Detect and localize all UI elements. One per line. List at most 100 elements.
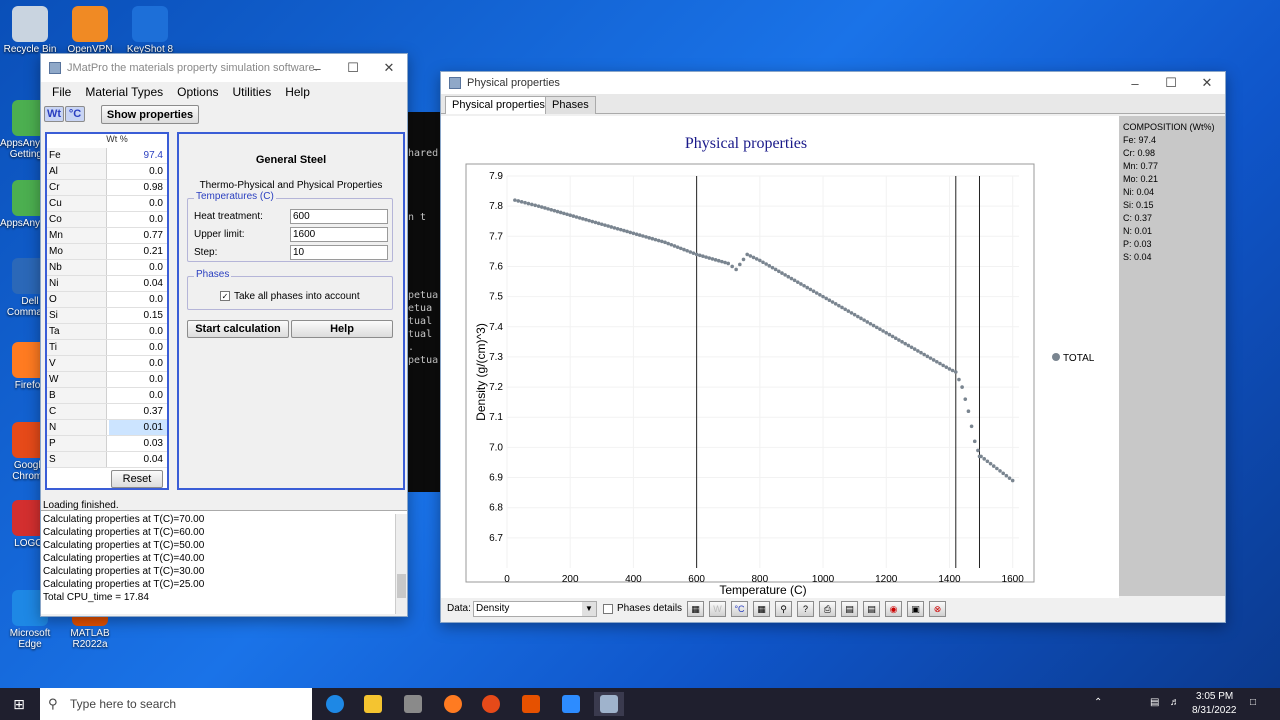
element-value[interactable]: 0.01 bbox=[109, 420, 167, 435]
temperature-units-icon[interactable]: °C bbox=[731, 601, 748, 617]
menu-material-types[interactable]: Material Types bbox=[78, 85, 170, 99]
tray-chevron-icon[interactable]: ⌃ bbox=[1094, 697, 1102, 708]
data-select[interactable]: Density ▼ bbox=[473, 601, 597, 617]
element-value[interactable]: 0.0 bbox=[149, 262, 163, 273]
chrome-taskbar-icon[interactable] bbox=[476, 692, 506, 716]
element-row[interactable]: Si 0.15 bbox=[47, 308, 167, 324]
element-row[interactable]: C 0.37 bbox=[47, 404, 167, 420]
volume-icon[interactable]: ♬ bbox=[1170, 697, 1180, 708]
menu-utilities[interactable]: Utilities bbox=[226, 85, 279, 99]
element-row[interactable]: N 0.01 bbox=[47, 420, 167, 436]
element-value[interactable]: 0.04 bbox=[144, 454, 163, 465]
element-row[interactable]: W 0.0 bbox=[47, 372, 167, 388]
upper-limit-input[interactable]: 1600 bbox=[290, 227, 388, 242]
network-icon[interactable]: ▤ bbox=[1150, 697, 1159, 708]
table-icon[interactable]: ▤ bbox=[841, 601, 858, 617]
maximize-button[interactable]: ☐ bbox=[1153, 72, 1189, 94]
element-value[interactable]: 0.0 bbox=[149, 342, 163, 353]
chart-type-icon[interactable]: ▦ bbox=[687, 601, 704, 617]
firefox-taskbar-icon[interactable] bbox=[438, 692, 468, 716]
element-value[interactable]: 0.15 bbox=[144, 310, 163, 321]
step-input[interactable]: 10 bbox=[290, 245, 388, 260]
element-value[interactable]: 0.04 bbox=[144, 278, 163, 289]
desktop-icon[interactable]: Recycle Bin bbox=[0, 6, 60, 55]
notification-icon[interactable]: □ bbox=[1250, 697, 1256, 708]
phases-details-checkbox[interactable] bbox=[603, 604, 613, 614]
celsius-toggle-button[interactable]: °C bbox=[65, 106, 85, 122]
element-value[interactable]: 0.0 bbox=[149, 390, 163, 401]
tab-physical-properties[interactable]: Physical properties bbox=[445, 96, 552, 114]
element-row[interactable]: Mo 0.21 bbox=[47, 244, 167, 260]
desktop-icon[interactable]: KeyShot 8 bbox=[120, 6, 180, 55]
element-value[interactable]: 0.77 bbox=[144, 230, 163, 241]
weight-units-icon[interactable]: W bbox=[709, 601, 726, 617]
clock-date[interactable]: 8/31/2022 bbox=[1192, 705, 1237, 716]
element-row[interactable]: Mn 0.77 bbox=[47, 228, 167, 244]
element-value[interactable]: 0.0 bbox=[149, 358, 163, 369]
element-value[interactable]: 0.0 bbox=[149, 214, 163, 225]
element-row[interactable]: Fe 97.4 bbox=[47, 148, 167, 164]
jmatpro-taskbar-icon[interactable] bbox=[594, 692, 624, 716]
taskbar-search[interactable]: ⚲ Type here to search bbox=[40, 688, 312, 720]
help-button[interactable]: Help bbox=[291, 320, 393, 338]
element-row[interactable]: Cu 0.0 bbox=[47, 196, 167, 212]
element-row[interactable]: Cr 0.98 bbox=[47, 180, 167, 196]
menu-options[interactable]: Options bbox=[170, 85, 225, 99]
desktop-icon[interactable]: OpenVPN bbox=[60, 6, 120, 55]
data-point bbox=[730, 264, 734, 269]
matlab-taskbar-icon[interactable] bbox=[516, 692, 546, 716]
element-row[interactable]: Ti 0.0 bbox=[47, 340, 167, 356]
show-properties-button[interactable]: Show properties bbox=[101, 105, 199, 124]
file-explorer-taskbar-icon[interactable] bbox=[358, 692, 388, 716]
store-taskbar-icon[interactable] bbox=[398, 692, 428, 716]
close-button[interactable]: ✕ bbox=[1189, 72, 1225, 94]
reset-button[interactable]: Reset bbox=[111, 470, 163, 488]
element-row[interactable]: Al 0.0 bbox=[47, 164, 167, 180]
element-value[interactable]: 0.0 bbox=[149, 198, 163, 209]
help-icon[interactable]: ? bbox=[797, 601, 814, 617]
camera-icon[interactable]: ◉ bbox=[885, 601, 902, 617]
element-value[interactable]: 0.21 bbox=[144, 246, 163, 257]
element-row[interactable]: B 0.0 bbox=[47, 388, 167, 404]
grid-icon[interactable]: ▦ bbox=[753, 601, 770, 617]
clock-time[interactable]: 3:05 PM bbox=[1196, 691, 1233, 702]
data-point bbox=[634, 232, 639, 236]
element-row[interactable]: O 0.0 bbox=[47, 292, 167, 308]
element-value[interactable]: 0.03 bbox=[144, 438, 163, 449]
menu-help[interactable]: Help bbox=[278, 85, 317, 99]
zoom-icon[interactable]: ⚲ bbox=[775, 601, 792, 617]
element-value[interactable]: 0.98 bbox=[144, 182, 163, 193]
heat-treatment-input[interactable]: 600 bbox=[290, 209, 388, 224]
wt-toggle-button[interactable]: Wt bbox=[44, 106, 64, 122]
close-chart-icon[interactable]: ⊗ bbox=[929, 601, 946, 617]
minimize-button[interactable]: – bbox=[1117, 72, 1153, 94]
element-value[interactable]: 0.0 bbox=[149, 294, 163, 305]
start-calculation-button[interactable]: Start calculation bbox=[187, 320, 289, 338]
element-row[interactable]: Co 0.0 bbox=[47, 212, 167, 228]
maximize-button[interactable]: ☐ bbox=[335, 54, 371, 82]
start-button[interactable]: ⊞ bbox=[4, 692, 34, 716]
save-icon[interactable]: ▣ bbox=[907, 601, 924, 617]
element-row[interactable]: P 0.03 bbox=[47, 436, 167, 452]
minimize-button[interactable]: – bbox=[299, 54, 335, 82]
edge-taskbar-icon[interactable] bbox=[320, 692, 350, 716]
element-row[interactable]: V 0.0 bbox=[47, 356, 167, 372]
phases-checkbox[interactable]: ✓ bbox=[220, 291, 230, 301]
close-button[interactable]: ✕ bbox=[371, 54, 407, 82]
element-value[interactable]: 0.0 bbox=[149, 326, 163, 337]
export-icon[interactable]: ▤ bbox=[863, 601, 880, 617]
tab-phases[interactable]: Phases bbox=[545, 96, 596, 114]
element-value[interactable]: 97.4 bbox=[144, 150, 163, 161]
log-scrollbar[interactable] bbox=[395, 514, 407, 614]
element-value[interactable]: 0.0 bbox=[149, 166, 163, 177]
scroll-thumb[interactable] bbox=[397, 574, 406, 598]
element-row[interactable]: Ta 0.0 bbox=[47, 324, 167, 340]
zoom-taskbar-icon[interactable] bbox=[556, 692, 586, 716]
menu-file[interactable]: File bbox=[45, 85, 78, 99]
element-value[interactable]: 0.37 bbox=[144, 406, 163, 417]
element-value[interactable]: 0.0 bbox=[149, 374, 163, 385]
element-row[interactable]: Nb 0.0 bbox=[47, 260, 167, 276]
element-row[interactable]: S 0.04 bbox=[47, 452, 167, 468]
element-row[interactable]: Ni 0.04 bbox=[47, 276, 167, 292]
print-icon[interactable]: ⎙ bbox=[819, 601, 836, 617]
